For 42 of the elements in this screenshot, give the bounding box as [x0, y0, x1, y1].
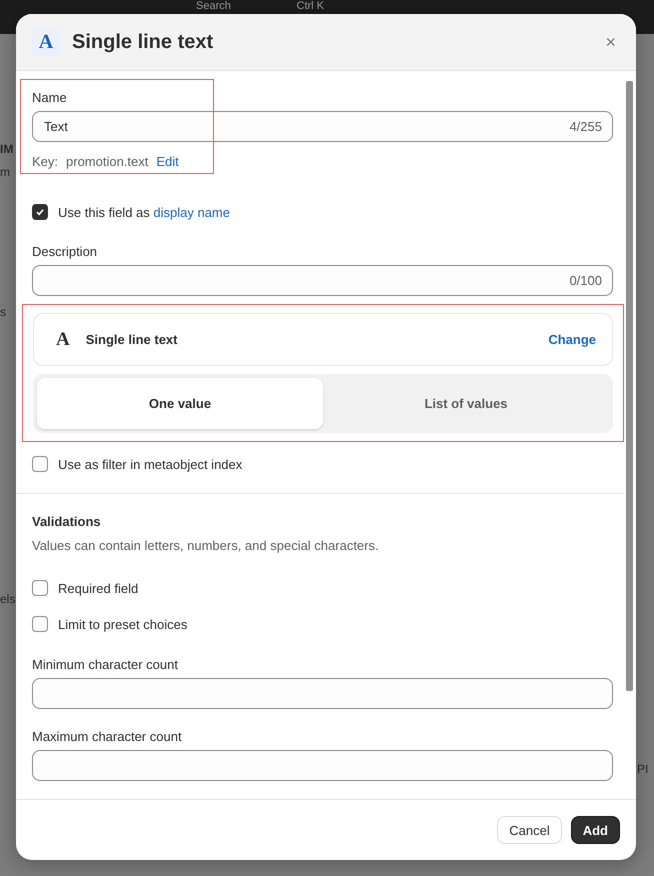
edit-link[interactable]: Edit — [156, 154, 179, 169]
background-text: m — [0, 165, 10, 179]
field-label: Minimum character count — [32, 657, 179, 672]
display-name-link[interactable]: display name — [153, 204, 230, 220]
checkbox[interactable] — [32, 456, 48, 472]
change-link[interactable]: Change — [548, 332, 596, 347]
background-text: els — [0, 592, 16, 606]
key-value: promotion.text — [66, 154, 148, 169]
close-button[interactable]: × — [603, 32, 618, 52]
shortcut-text: Ctrl K — [296, 0, 324, 13]
segment-option[interactable]: One value — [37, 378, 323, 429]
section-title: Validations — [32, 514, 102, 529]
add-button[interactable]: Add — [570, 816, 620, 844]
checkbox-label: Use as filter in metaobject index — [58, 456, 242, 472]
segment-option[interactable]: List of values — [323, 378, 609, 429]
field-type-name: Single line text — [86, 332, 178, 347]
search-text: Search — [196, 0, 231, 13]
text-type-icon: A — [56, 328, 70, 350]
background-text: PI — [637, 762, 648, 776]
checkbox-label: Use this field as display name — [58, 204, 230, 220]
key-label: Key: — [32, 154, 58, 169]
checkmark-icon — [35, 207, 45, 217]
scrollbar-thumb[interactable] — [626, 81, 633, 691]
section-description: Values can contain letters, numbers, and special characters. — [32, 538, 380, 553]
checkbox-label: Required field — [58, 580, 138, 596]
dialog-title: Single line text — [72, 30, 214, 54]
character-counter: 4/255 — [569, 119, 602, 134]
text-type-icon: A — [32, 28, 60, 56]
description-input[interactable] — [32, 265, 613, 296]
field-label: Maximum character count — [32, 729, 183, 744]
checkbox[interactable] — [32, 616, 48, 632]
background-text: s — [0, 305, 6, 319]
checkbox[interactable] — [32, 580, 48, 596]
character-counter: 0/100 — [569, 273, 602, 288]
cancel-button[interactable]: Cancel — [497, 816, 562, 844]
checkbox-label: Limit to preset choices — [58, 616, 188, 632]
background-text: IM — [0, 142, 14, 156]
number-input[interactable] — [32, 678, 613, 709]
field-label: Name — [32, 90, 68, 105]
number-input[interactable] — [32, 750, 613, 781]
checkbox[interactable] — [32, 204, 48, 220]
field-label: Description — [32, 244, 98, 259]
